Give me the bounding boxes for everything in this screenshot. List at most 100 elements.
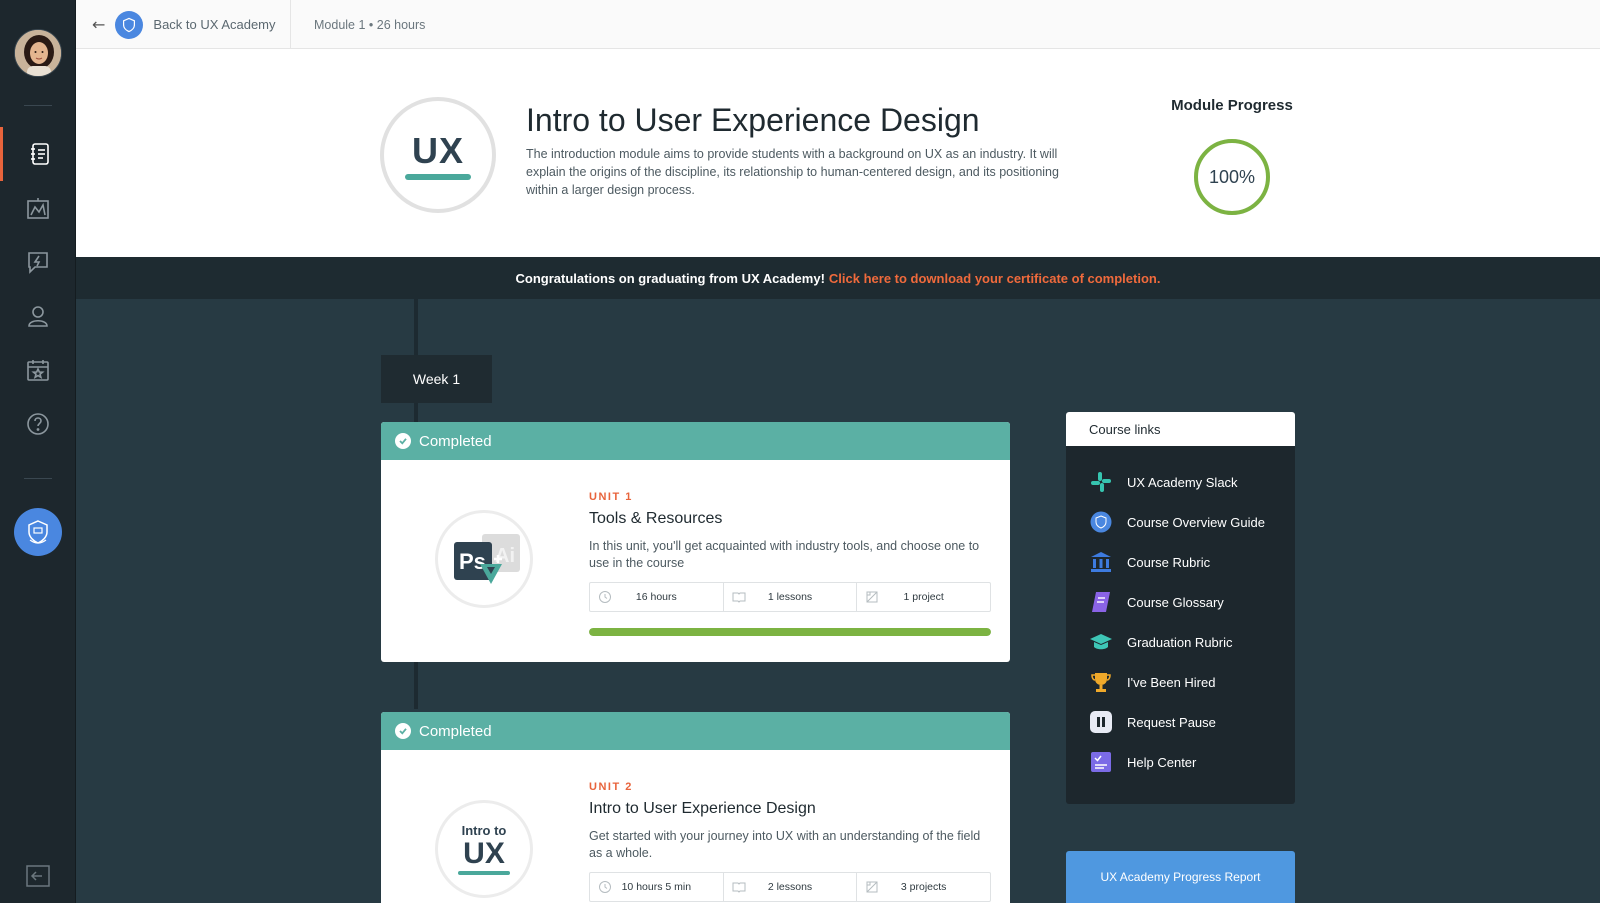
collapse-sidebar-button[interactable] — [24, 864, 52, 888]
notebook-icon — [30, 143, 49, 165]
unit-image: Intro to UX — [435, 800, 533, 898]
module-logo: UX — [380, 97, 496, 213]
progress-report-button[interactable]: UX Academy Progress Report — [1066, 851, 1295, 903]
module-header: UX Intro to User Experience Design The i… — [76, 49, 1600, 257]
unit-number: UNIT 1 — [589, 491, 633, 503]
course-link-graduation-rubric[interactable]: Graduation Rubric — [1066, 622, 1295, 662]
book-icon — [1089, 590, 1113, 614]
check-icon — [395, 433, 411, 449]
lightning-chat-icon — [28, 252, 48, 274]
page-title: Intro to User Experience Design — [526, 102, 980, 138]
course-link-request-pause[interactable]: Request Pause — [1066, 702, 1295, 742]
back-label: Back to UX Academy — [153, 17, 276, 32]
course-links-panel: Course links UX Academy Slack Course Ove… — [1066, 412, 1295, 804]
ux-logo-text: UX — [463, 836, 505, 870]
collapse-arrow-icon — [26, 865, 50, 887]
calendar-star-icon — [27, 360, 49, 381]
course-link-label: I've Been Hired — [1127, 674, 1216, 690]
unit-projects-value: 3 projects — [900, 881, 947, 893]
unit-description: In this unit, you'll get acquainted with… — [589, 539, 980, 570]
course-link-overview-guide[interactable]: Course Overview Guide — [1066, 502, 1295, 542]
top-bar: ← Back to UX Academy Module 1 • 26 hours — [76, 0, 1600, 49]
course-link-label: Help Center — [1127, 754, 1197, 770]
book-open-icon — [732, 882, 746, 893]
project-icon — [866, 881, 878, 893]
module-progress-ring: 100% — [1192, 137, 1272, 217]
back-button[interactable]: ← Back to UX Academy — [92, 0, 276, 49]
course-link-label: Course Overview Guide — [1127, 514, 1265, 530]
banner-congrats: Congratulations on graduating from UX Ac… — [515, 270, 825, 286]
progress-title: Module Progress — [1171, 97, 1293, 114]
graduation-cap-icon — [1089, 630, 1113, 654]
course-link-slack[interactable]: UX Academy Slack — [1066, 462, 1295, 502]
check-icon — [395, 723, 411, 739]
course-link-hired[interactable]: I've Been Hired — [1066, 662, 1295, 702]
unit-hours-value: 10 hours 5 min — [621, 881, 692, 893]
unit-description: Get started with your journey into UX wi… — [589, 829, 981, 860]
unit-stats: 16 hours 1 lessons 1 project — [589, 582, 991, 612]
sidebar-item-profile[interactable] — [0, 289, 76, 343]
unit-projects-value: 1 project — [903, 591, 944, 603]
user-avatar[interactable] — [14, 29, 62, 77]
sidebar-item-course[interactable] — [0, 127, 76, 181]
unit-lessons-value: 1 lessons — [767, 591, 813, 603]
back-arrow-icon: ← — [92, 15, 106, 34]
progress-percent: 100% — [1208, 166, 1256, 187]
week-tab[interactable]: Week 1 — [381, 355, 492, 403]
user-icon — [28, 306, 48, 327]
course-link-rubric[interactable]: Course Rubric — [1066, 542, 1295, 582]
module-logo-text: UX — [411, 130, 464, 171]
unit-card-2[interactable]: Completed Intro to UX UNIT 2 Intro to Us… — [381, 712, 1010, 903]
topbar-divider — [290, 0, 291, 49]
project-icon — [866, 591, 878, 603]
sidebar-item-portfolio[interactable] — [0, 181, 76, 235]
unit-lessons: 1 lessons — [724, 583, 858, 611]
course-link-help-center[interactable]: Help Center — [1066, 742, 1295, 782]
trophy-icon — [1089, 670, 1113, 694]
unit-progress-fill — [589, 628, 991, 636]
academy-badge[interactable] — [14, 508, 62, 556]
graduation-banner: Congratulations on graduating from UX Ac… — [76, 257, 1600, 299]
sidebar-divider — [24, 478, 52, 479]
unit-lessons-value: 2 lessons — [767, 881, 813, 893]
checklist-icon — [1089, 750, 1113, 774]
chart-board-icon — [27, 198, 49, 219]
unit-card-1[interactable]: Completed Ai Ps UNIT 1 Tools & Resources… — [381, 422, 1010, 662]
module-meta: Module 1 • 26 hours — [314, 17, 426, 32]
course-link-glossary[interactable]: Course Glossary — [1066, 582, 1295, 622]
unit-hours: 16 hours — [590, 583, 724, 611]
course-link-label: Course Glossary — [1127, 594, 1224, 610]
academy-shield-icon — [28, 520, 48, 544]
course-link-label: Graduation Rubric — [1127, 634, 1233, 650]
module-description: The introduction module aims to provide … — [526, 147, 1059, 197]
unit-status-bar: Completed — [381, 712, 1010, 750]
unit-image: Ai Ps — [435, 510, 533, 608]
unit-progress-bar — [589, 628, 991, 636]
sidebar-item-help[interactable] — [0, 397, 76, 451]
certificate-link[interactable]: Click here to download your certificate … — [829, 271, 1161, 286]
academy-badge-icon — [1089, 510, 1113, 534]
unit-projects: 1 project — [857, 583, 990, 611]
sidebar-item-feedback[interactable] — [0, 235, 76, 289]
unit-status-bar: Completed — [381, 422, 1010, 460]
clock-icon — [599, 881, 611, 893]
sidebar — [0, 0, 76, 903]
sidebar-item-calendar[interactable] — [0, 343, 76, 397]
course-link-label: UX Academy Slack — [1127, 474, 1238, 490]
unit-hours: 10 hours 5 min — [590, 873, 724, 901]
intro-to-text: Intro to — [461, 822, 507, 838]
course-links-title: Course links — [1066, 412, 1295, 446]
unit-status: Completed — [419, 432, 492, 450]
pause-icon — [1089, 710, 1113, 734]
photoshop-illustrator-icon: Ai Ps — [454, 534, 520, 584]
module-logo-underline — [405, 174, 471, 180]
help-circle-icon — [27, 413, 49, 435]
unit-number: UNIT 2 — [589, 781, 633, 793]
slack-icon — [1089, 470, 1113, 494]
unit-lessons: 2 lessons — [724, 873, 858, 901]
sidebar-divider — [24, 105, 52, 106]
unit-projects: 3 projects — [857, 873, 990, 901]
book-open-icon — [732, 592, 746, 603]
course-link-label: Course Rubric — [1127, 554, 1211, 570]
ux-logo-underline — [458, 870, 510, 875]
